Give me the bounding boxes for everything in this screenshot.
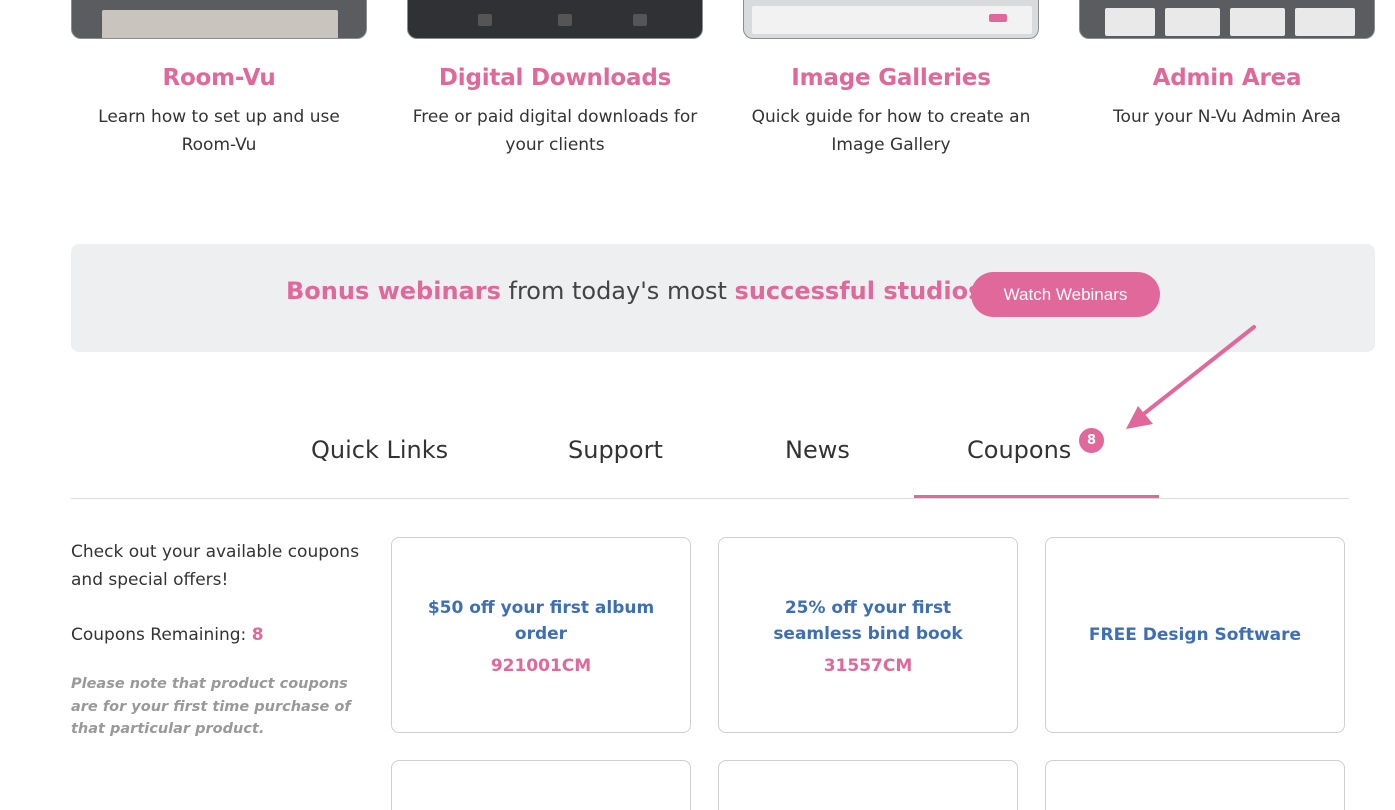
feature-description: Tour your N-Vu Admin Area	[1113, 107, 1341, 127]
coupon-code: 921001CM	[490, 655, 592, 676]
feature-description: Learn how to set up and use Room-Vu	[98, 107, 340, 155]
coupon-card[interactable]: 25% off your first seamless bind book 31…	[718, 537, 1018, 733]
feature-title[interactable]: Room-Vu	[71, 65, 367, 91]
feature-card-image-galleries[interactable]: Image Galleries Quick guide for how to c…	[743, 0, 1039, 159]
coupon-card[interactable]	[391, 760, 691, 810]
feature-title[interactable]: Image Galleries	[743, 65, 1039, 91]
coupon-card[interactable]	[718, 760, 1018, 810]
feature-card-room-vu[interactable]: Room-Vu Learn how to set up and use Room…	[71, 0, 367, 159]
banner-middle-text: from today's most	[500, 277, 735, 305]
feature-title[interactable]: Digital Downloads	[407, 65, 703, 91]
image-galleries-thumbnail[interactable]	[743, 0, 1039, 39]
watch-webinars-button[interactable]: Watch Webinars	[971, 272, 1160, 317]
coupons-note: Please note that product coupons are for…	[71, 676, 351, 737]
coupon-title[interactable]: FREE Design Software	[1089, 622, 1301, 648]
coupon-code: 31557CM	[823, 655, 913, 676]
coupons-remaining: Coupons Remaining: 8	[71, 621, 264, 649]
tabs-divider	[71, 498, 1349, 499]
admin-area-thumbnail[interactable]	[1079, 0, 1375, 39]
tab-quick-links[interactable]: Quick Links	[311, 436, 448, 464]
pointer-arrow-icon	[1126, 325, 1256, 429]
feature-title[interactable]: Admin Area	[1079, 65, 1375, 91]
coupon-title[interactable]: $50 off your first album order	[422, 595, 660, 647]
coupon-title[interactable]: 25% off your first seamless bind book	[749, 595, 987, 647]
coupon-card[interactable]: $50 off your first album order 921001CM	[391, 537, 691, 733]
room-vu-thumbnail[interactable]	[71, 0, 367, 39]
coupons-intro-text: Check out your available coupons and spe…	[71, 542, 360, 590]
coupons-remaining-label: Coupons Remaining:	[71, 625, 252, 645]
feature-description: Free or paid digital downloads for your …	[412, 107, 698, 155]
active-tab-indicator	[914, 495, 1159, 498]
tab-support[interactable]: Support	[568, 436, 663, 464]
coupons-remaining-count: 8	[251, 625, 264, 645]
feature-card-digital-downloads[interactable]: Digital Downloads Free or paid digital d…	[407, 0, 703, 159]
coupon-card[interactable]	[1045, 760, 1345, 810]
webinar-banner-text: Bonus webinars from today's most success…	[286, 277, 991, 305]
feature-description: Quick guide for how to create an Image G…	[751, 107, 1031, 155]
feature-card-admin-area[interactable]: Admin Area Tour your N-Vu Admin Area	[1079, 0, 1375, 131]
coupon-card[interactable]: FREE Design Software	[1045, 537, 1345, 733]
coupons-count-badge: 8	[1077, 426, 1106, 455]
banner-highlight-bonus: Bonus webinars	[286, 277, 501, 305]
tab-coupons[interactable]: Coupons	[967, 436, 1071, 464]
banner-highlight-studios: successful studios.	[734, 277, 992, 305]
tab-news[interactable]: News	[785, 436, 850, 464]
digital-downloads-thumbnail[interactable]	[407, 0, 703, 39]
